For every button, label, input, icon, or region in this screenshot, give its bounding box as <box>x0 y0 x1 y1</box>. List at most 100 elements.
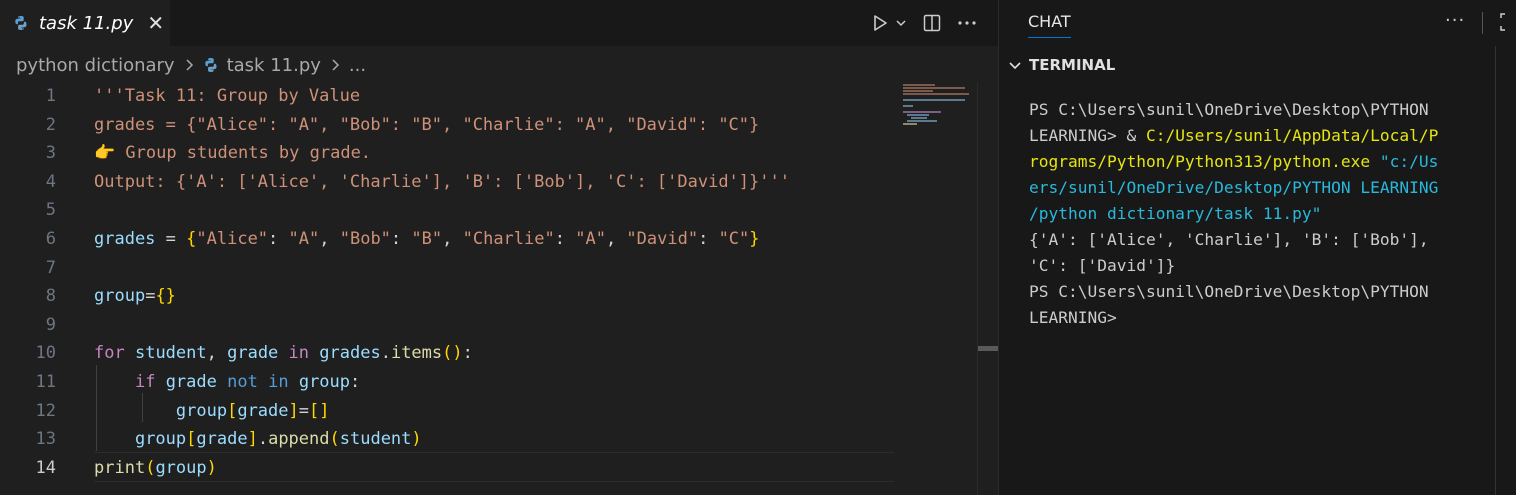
breadcrumb-file[interactable]: task 11.py <box>227 55 321 76</box>
code-token: grade <box>196 429 248 450</box>
code-token: items <box>390 343 443 364</box>
minimap-line <box>903 84 935 86</box>
code-line: 2 grades = {"Alice": "A", "Bob": "B", "Ch… <box>0 111 895 140</box>
code-token: group <box>134 429 187 450</box>
code-line: 8 group={} <box>0 282 895 311</box>
chevron-right-icon <box>332 59 339 71</box>
indent-guide <box>142 393 143 422</box>
code-token: = <box>155 228 187 249</box>
more-actions-button[interactable] <box>956 8 978 38</box>
tab-label: task 11.py <box>39 12 134 34</box>
close-tab-icon[interactable]: ✕ <box>147 11 164 35</box>
code-token: "C" <box>718 228 750 249</box>
line-number: 10 <box>35 343 56 364</box>
code-line: 9 <box>0 311 895 340</box>
ellipsis-icon[interactable]: ··· <box>1445 10 1465 31</box>
line-number: 7 <box>45 257 56 278</box>
breadcrumb: python dictionary task 11.py ... <box>0 46 998 84</box>
scrollbar-thumb[interactable] <box>978 346 998 351</box>
ellipsis-icon <box>958 21 976 25</box>
code-token: group <box>175 400 228 421</box>
split-editor-button[interactable] <box>922 8 942 38</box>
terminal-text: LEARNING> <box>1029 308 1117 327</box>
maximize-icon[interactable] <box>1499 12 1515 32</box>
code-token: { <box>186 228 197 249</box>
python-file-icon <box>15 16 27 30</box>
code-token: [] <box>309 400 330 421</box>
terminal-title: TERMINAL <box>1029 56 1116 74</box>
code-token: ) <box>411 429 422 450</box>
code-line: 11 if grade not in group: <box>0 368 895 397</box>
minimap-line <box>903 105 913 107</box>
terminal-line: 'C': ['David']} <box>1029 253 1499 279</box>
chevron-down-icon <box>1009 62 1021 70</box>
code-token: "Bob" <box>339 228 391 249</box>
editor-actions <box>870 0 978 46</box>
code-token: , <box>206 343 228 364</box>
code-line: 4 Output: {'A': ['Alice', 'Charlie'], 'B'… <box>0 168 895 197</box>
code-token: ( <box>329 429 340 450</box>
python-file-icon <box>204 58 217 72</box>
line-number: 12 <box>35 400 56 421</box>
terminal-line: LEARNING> <box>1029 305 1499 331</box>
terminal-line: {'A': ['Alice', 'Charlie'], 'B': ['Bob']… <box>1029 227 1499 253</box>
code-token: "Alice" <box>196 228 269 249</box>
indent-guide <box>96 365 97 451</box>
terminal-line: ers/sunil/OneDrive/Desktop/PYTHON LEARNI… <box>1029 175 1499 201</box>
line-number: 9 <box>45 314 56 335</box>
code-token: if <box>134 371 156 392</box>
terminal-path: rograms/Python/Python313/python.exe <box>1029 152 1371 171</box>
line-number: 14 <box>35 457 56 478</box>
run-button[interactable] <box>870 8 908 38</box>
line-number: 6 <box>45 228 56 249</box>
terminal-output[interactable]: PS C:\Users\sunil\OneDrive\Desktop\PYTHO… <box>1029 97 1499 331</box>
line-number: 1 <box>45 86 56 106</box>
breadcrumb-more[interactable]: ... <box>349 55 366 76</box>
code-text: '''Task 11: Group by Value <box>94 86 361 106</box>
code-line: 5 <box>0 196 895 225</box>
panel-scrollbar[interactable] <box>1495 46 1496 495</box>
chevron-down-icon[interactable] <box>894 16 908 30</box>
minimap-line <box>903 87 965 89</box>
tab-task-11[interactable]: task 11.py ✕ <box>0 0 170 46</box>
code-line: 10 for student, grade in grades.items(): <box>0 339 895 368</box>
code-line: 3 👉 Group students by grade. <box>0 139 895 168</box>
terminal-section-header[interactable]: TERMINAL <box>999 52 1115 78</box>
terminal-line: LEARNING> & C:/Users/sunil/AppData/Local… <box>1029 123 1499 149</box>
code-token: in <box>268 371 289 392</box>
line-number: 13 <box>35 429 56 450</box>
current-line-highlight <box>94 452 894 482</box>
terminal-line: /python dictionary/task 11.py" <box>1029 201 1499 227</box>
code-text: Output: {'A': ['Alice', 'Charlie'], 'B':… <box>94 171 790 192</box>
split-editor-icon <box>923 14 941 32</box>
code-token: grade <box>227 343 279 364</box>
minimap[interactable] <box>895 82 977 495</box>
code-token: "Charlie" <box>462 228 555 249</box>
terminal-line: PS C:\Users\sunil\OneDrive\Desktop\PYTHO… <box>1029 279 1499 305</box>
terminal-arg: ers/sunil/OneDrive/Desktop/PYTHON LEARNI… <box>1029 178 1439 197</box>
code-token: "A" <box>575 228 606 249</box>
code-token: [ <box>186 429 197 450</box>
tab-chat[interactable]: CHAT <box>1028 12 1071 38</box>
code-token: : <box>350 371 361 392</box>
breadcrumb-folder[interactable]: python dictionary <box>16 55 175 76</box>
line-number: 8 <box>45 286 56 307</box>
minimap-line <box>903 111 941 113</box>
line-number: 3 <box>45 143 56 164</box>
code-token: "David" <box>626 228 699 249</box>
code-token: "A" <box>288 228 320 249</box>
chevron-right-icon <box>186 59 193 71</box>
code-token: . <box>380 343 391 364</box>
minimap-line <box>903 123 917 125</box>
divider <box>1482 12 1483 34</box>
code-token: group <box>298 371 351 392</box>
code-token: grades <box>94 228 156 249</box>
minimap-line <box>907 114 929 116</box>
editor-scrollbar[interactable] <box>977 82 998 495</box>
terminal-line: PS C:\Users\sunil\OneDrive\Desktop\PYTHO… <box>1029 97 1499 123</box>
tab-bar: task 11.py ✕ <box>0 0 998 46</box>
terminal-text: 'C': ['David']} <box>1029 256 1176 275</box>
code-token: = <box>145 286 156 307</box>
code-token: student <box>339 429 412 450</box>
code-editor[interactable]: 1 '''Task 11: Group by Value 2 grades = {"… <box>0 82 895 482</box>
